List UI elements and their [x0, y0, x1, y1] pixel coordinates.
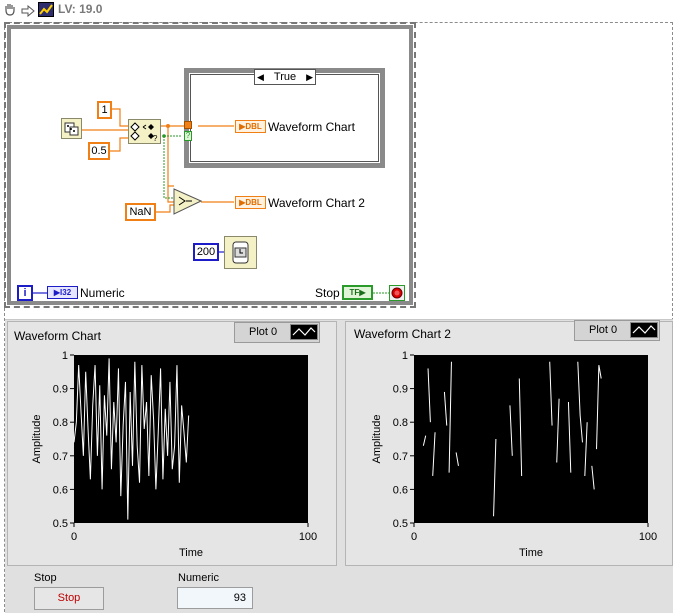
chart2-y-tick-label: 0.9: [393, 384, 408, 396]
waveform-chart-2-title: Waveform Chart 2: [354, 327, 451, 341]
chart1-y-tick-label: 0.7: [53, 451, 68, 463]
random-number-node[interactable]: [61, 118, 82, 139]
chart1-y-tick-label: 0.6: [53, 484, 68, 496]
chart1-x-tick-label: 100: [299, 531, 317, 543]
waveform-chart-terminal[interactable]: ▶DBL: [235, 120, 266, 133]
numeric-terminal-label: Numeric: [80, 286, 125, 300]
chart1-x-axis-label: Time: [179, 547, 203, 559]
case-structure-inner: [190, 74, 379, 162]
chart1-y-tick-label: 1: [62, 350, 68, 362]
iteration-terminal: i: [17, 285, 33, 301]
chart2-y-tick-label: 0.5: [393, 518, 408, 530]
waveform-chart-title: Waveform Chart: [14, 329, 101, 343]
chart2-x-axis-label: Time: [519, 547, 543, 559]
stop-terminal[interactable]: TF▶: [342, 285, 373, 300]
case-input-tunnel: [184, 121, 192, 129]
tf-label: TF: [349, 288, 360, 297]
legend-label: Plot 0: [249, 326, 278, 338]
stop-button[interactable]: Stop: [34, 587, 104, 610]
chart1-y-tick-label: 0.5: [53, 518, 68, 530]
i32-label: I32: [60, 288, 72, 297]
chart2-y-tick-label: 1: [402, 350, 408, 362]
plot-style-icon[interactable]: [290, 324, 318, 340]
chart2-y-axis-label: Amplitude: [371, 415, 383, 464]
waveform-chart-terminal-label: Waveform Chart: [268, 120, 355, 134]
chart1-x-tick-label: 0: [71, 531, 77, 543]
constant-nan[interactable]: NaN: [125, 203, 156, 221]
chart1-y-tick-label: 0.8: [53, 417, 68, 429]
dbl-label-2: DBL: [245, 198, 262, 207]
legend-label-2: Plot 0: [589, 324, 618, 336]
numeric-terminal[interactable]: ▶I32: [47, 286, 78, 299]
numeric-indicator-label: Numeric: [178, 572, 219, 584]
chart2-x-tick-label: 0: [411, 531, 417, 543]
chart2-x-tick-label: 100: [639, 531, 657, 543]
tf-arrow-icon: ▶: [359, 288, 366, 297]
case-next-icon[interactable]: ▶: [306, 70, 313, 84]
svg-text:?: ?: [153, 134, 158, 143]
constant-1[interactable]: 1: [97, 101, 112, 119]
wait-ms-node[interactable]: [224, 236, 257, 269]
chart2-y-tick-label: 0.6: [393, 484, 408, 496]
waveform-chart-2-terminal-label: Waveform Chart 2: [268, 196, 365, 210]
constant-0-5[interactable]: 0.5: [88, 142, 110, 160]
constant-200[interactable]: 200: [193, 243, 219, 261]
case-selector[interactable]: ◀ True ▶: [254, 69, 316, 85]
waveform-chart-2-terminal[interactable]: ▶DBL: [235, 196, 266, 209]
chart2-y-tick-label: 0.7: [393, 451, 408, 463]
stop-terminal-label: Stop: [315, 286, 340, 300]
case-selector-terminal: ?: [184, 131, 192, 141]
stop-control-label: Stop: [34, 572, 57, 584]
numeric-indicator: 93: [177, 587, 253, 609]
chart1-y-axis-label: Amplitude: [31, 415, 43, 464]
case-prev-icon[interactable]: ◀: [257, 70, 264, 84]
waveform-chart-2-plot: 0.5 0.6 0.7 0.8 0.9 1 0 100 Time Amplitude: [371, 350, 657, 559]
chart2-plot-area: [414, 355, 648, 523]
case-selector-label: True: [273, 71, 297, 83]
select-node[interactable]: [173, 188, 203, 215]
waveform-chart-plot: 0.5 0.6 0.7 0.8 0.9 1 0 100 Time Amplitude: [31, 350, 317, 559]
plot-style-icon-2[interactable]: [630, 322, 658, 338]
chart1-y-tick-label: 0.9: [53, 384, 68, 396]
in-range-compare-node[interactable]: ?: [128, 119, 161, 144]
loop-condition-icon[interactable]: [389, 285, 405, 301]
chart2-y-tick-label: 0.8: [393, 417, 408, 429]
dbl-label: DBL: [245, 122, 262, 131]
